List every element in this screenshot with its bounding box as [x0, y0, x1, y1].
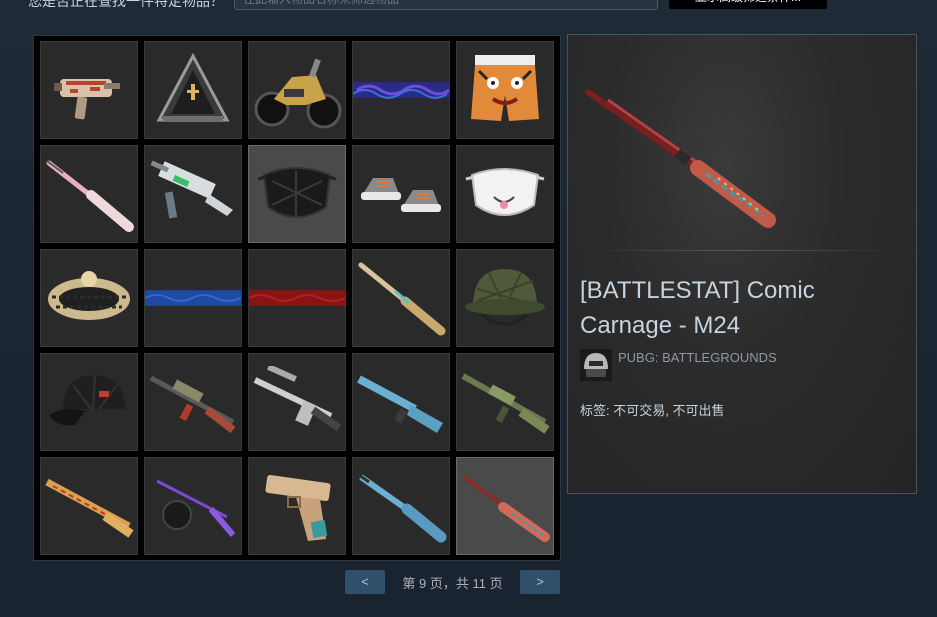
- inventory-item-rifle-graffiti[interactable]: [40, 457, 138, 555]
- inventory-item-rifle-pink[interactable]: [40, 145, 138, 243]
- inventory-item-shotgun-blue[interactable]: [352, 457, 450, 555]
- headband-icon: [46, 271, 132, 322]
- inventory-item-vss-blue[interactable]: [352, 353, 450, 451]
- bandana-icon: [353, 82, 449, 99]
- pistol-icon: [265, 475, 331, 541]
- inventory-item-smg-white-green[interactable]: [144, 145, 242, 243]
- inventory-item-crate[interactable]: [144, 41, 242, 139]
- inventory-item-assault-rifle-green[interactable]: [456, 353, 554, 451]
- inventory-item-sneakers[interactable]: [352, 145, 450, 243]
- rifle-icon: [358, 262, 446, 336]
- inventory-item-bandana-purple[interactable]: [352, 41, 450, 139]
- shotgun-icon: [253, 366, 342, 432]
- next-page-button[interactable]: >: [520, 570, 560, 594]
- item-detail-panel: [BATTLESTAT] Comic Carnage - M24 PUBG: B…: [567, 34, 917, 494]
- bandana-icon: [145, 290, 241, 306]
- helmet-icon: [465, 269, 545, 326]
- inventory-item-shotgun-white[interactable]: [248, 353, 346, 451]
- game-name: PUBG: BATTLEGROUNDS: [618, 350, 777, 365]
- item-image: [585, 89, 776, 228]
- inventory-item-cap[interactable]: [40, 353, 138, 451]
- inventory-item-bandana-blue[interactable]: [144, 249, 242, 347]
- rifle-icon: [46, 160, 134, 232]
- smg-icon: [150, 160, 233, 219]
- inventory-item-bandana-red[interactable]: [248, 249, 346, 347]
- assault-rifle-icon: [45, 478, 134, 538]
- smg-icon: [150, 474, 236, 537]
- item-title: [BATTLESTAT] Comic Carnage - M24: [580, 277, 815, 339]
- inventory-item-rifle-tan[interactable]: [352, 249, 450, 347]
- shoes-icon: [361, 178, 441, 212]
- advanced-filter-button[interactable]: 显示高级筛选条件...: [669, 0, 827, 9]
- mask-icon: [465, 168, 545, 216]
- mask-icon: [257, 167, 337, 218]
- shorts-icon: [471, 55, 539, 121]
- bandana-icon: [249, 290, 345, 306]
- previous-page-button[interactable]: <: [345, 570, 385, 594]
- inventory-item-black-mask[interactable]: [248, 145, 346, 243]
- rifle-icon: [461, 475, 550, 542]
- inventory-item-white-mask[interactable]: [456, 145, 554, 243]
- inventory-grid: [33, 35, 561, 561]
- inventory-item-smg-graffiti[interactable]: [40, 41, 138, 139]
- item-tags: 标签: 不可交易, 不可出售: [580, 403, 725, 418]
- filter-bar: 您是否正在查找一件特定物品？ 在此输入物品名称来筛选物品 显示高级筛选条件...: [0, 0, 937, 22]
- inventory-item-helmet[interactable]: [456, 249, 554, 347]
- inventory-item-motorbike[interactable]: [248, 41, 346, 139]
- crate-icon: [156, 52, 230, 122]
- uzi-icon: [54, 79, 120, 120]
- shotgun-icon: [358, 473, 447, 543]
- pubg-game-icon: [580, 349, 612, 381]
- inventory-item-smg-purple[interactable]: [144, 457, 242, 555]
- cap-icon: [49, 374, 125, 426]
- page-indicator: 第 9 页，共 11 页: [402, 576, 503, 591]
- motorbike-icon: [254, 58, 342, 129]
- detail-divider: [586, 250, 898, 251]
- filter-prompt: 您是否正在查找一件特定物品？: [28, 0, 224, 9]
- item-filter-input[interactable]: 在此输入物品名称来筛选物品: [234, 0, 658, 10]
- inventory-item-pistol[interactable]: [248, 457, 346, 555]
- assault-rifle-icon: [149, 375, 236, 434]
- inventory-item-headband[interactable]: [40, 249, 138, 347]
- inventory-item-assault-rifle-red[interactable]: [144, 353, 242, 451]
- assault-rifle-icon: [461, 373, 550, 434]
- inventory-item-tiger-shorts[interactable]: [456, 41, 554, 139]
- sniper-icon: [357, 368, 443, 433]
- inventory-item-m24-comic-carnage[interactable]: [456, 457, 554, 555]
